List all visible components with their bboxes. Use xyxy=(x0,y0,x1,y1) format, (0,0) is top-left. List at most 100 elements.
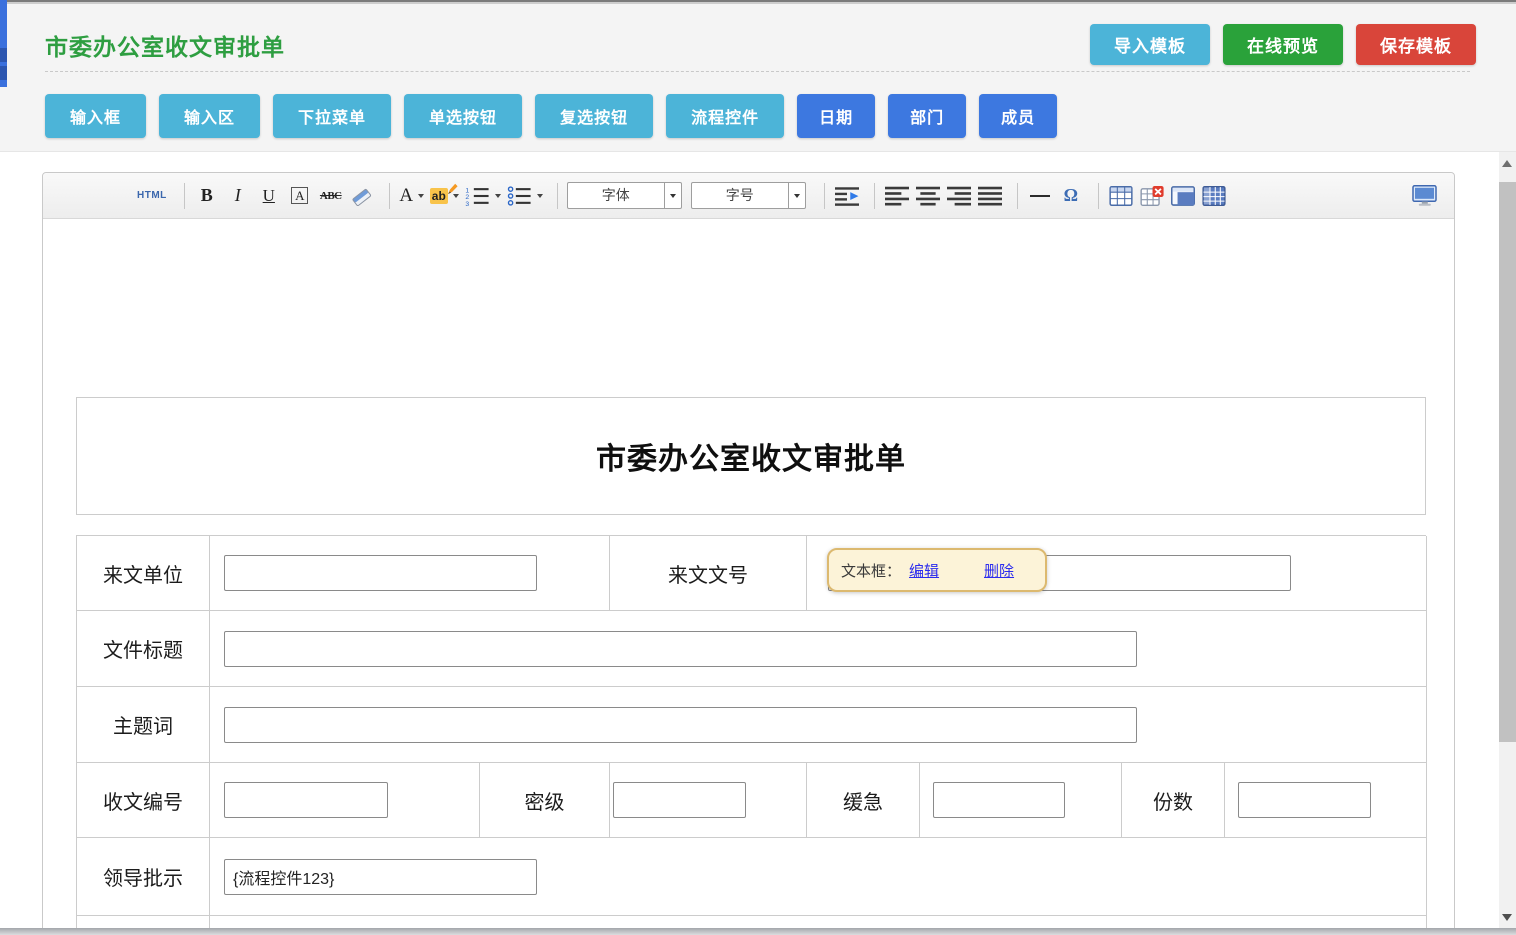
window-bottom-edge xyxy=(0,928,1516,935)
cell-secrecy xyxy=(610,763,807,838)
bold-button[interactable]: B xyxy=(194,181,220,211)
component-flow-control-button[interactable]: 流程控件 xyxy=(666,94,784,138)
label-subject-words: 主题词 xyxy=(77,687,210,763)
font-family-select[interactable]: 字体 xyxy=(567,182,682,209)
incoming-unit-input[interactable] xyxy=(224,555,537,591)
cell-leader-remark xyxy=(210,838,1427,916)
label-copies: 份数 xyxy=(1122,763,1225,838)
delete-table-button[interactable] xyxy=(1139,181,1165,211)
ordered-list-button[interactable]: 1 2 3 xyxy=(464,181,501,211)
ordered-list-icon: 1 2 3 xyxy=(464,186,490,206)
component-date-button[interactable]: 日期 xyxy=(797,94,875,138)
dropdown-caret-icon xyxy=(537,194,543,198)
scroll-down-arrow-icon[interactable] xyxy=(1502,914,1512,921)
special-char-button[interactable]: Ω xyxy=(1058,181,1084,211)
monitor-icon xyxy=(1412,185,1438,207)
toolbar-separator xyxy=(184,183,185,209)
label-leader-remark: 领导批示 xyxy=(77,838,210,916)
horizontal-rule-icon xyxy=(1030,195,1050,197)
delete-field-link[interactable]: 删除 xyxy=(984,560,1014,581)
leader-remark-input[interactable] xyxy=(224,859,537,895)
header-actions: 导入模板 在线预览 保存模板 xyxy=(1090,24,1476,65)
component-input-box-button[interactable]: 输入框 xyxy=(45,94,146,138)
italic-button[interactable]: I xyxy=(225,181,251,211)
align-justify-button[interactable] xyxy=(977,181,1003,211)
boxed-a-icon: A xyxy=(291,187,308,204)
strikethrough-button[interactable]: ABC xyxy=(318,181,344,211)
left-strip-mark xyxy=(0,48,7,62)
header: 市委办公室收文审批单 导入模板 在线预览 保存模板 输入框 输入区 下拉菜单 单… xyxy=(0,0,1516,152)
table-icon xyxy=(1109,186,1133,206)
import-template-button[interactable]: 导入模板 xyxy=(1090,24,1210,65)
left-strip-mark xyxy=(0,66,7,80)
dropdown-caret-icon xyxy=(418,194,424,198)
insert-table-button[interactable] xyxy=(1108,181,1134,211)
component-member-button[interactable]: 成员 xyxy=(979,94,1057,138)
component-textarea-button[interactable]: 输入区 xyxy=(159,94,260,138)
table-properties-button[interactable] xyxy=(1201,181,1227,211)
select-arrow-icon[interactable] xyxy=(788,183,805,208)
dropdown-caret-icon xyxy=(495,194,501,198)
pencil-icon xyxy=(446,183,458,195)
urgency-input[interactable] xyxy=(933,782,1065,818)
component-dropdown-button[interactable]: 下拉菜单 xyxy=(273,94,391,138)
label-doc-title: 文件标题 xyxy=(77,611,210,687)
component-checkbox-button[interactable]: 复选按钮 xyxy=(535,94,653,138)
header-divider xyxy=(45,71,1470,72)
unordered-list-icon xyxy=(506,186,532,206)
align-right-button[interactable] xyxy=(946,181,972,211)
subject-words-input[interactable] xyxy=(224,707,1137,743)
indent-icon xyxy=(835,186,859,206)
online-preview-button[interactable]: 在线预览 xyxy=(1223,24,1343,65)
underline-button[interactable]: U xyxy=(256,181,282,211)
delete-table-icon xyxy=(1140,186,1164,206)
source-code-button[interactable]: HTML xyxy=(137,181,167,211)
window-top-edge xyxy=(0,0,1516,4)
scroll-up-arrow-icon[interactable] xyxy=(1502,160,1512,167)
copies-input[interactable] xyxy=(1238,782,1371,818)
scrollbar-thumb[interactable] xyxy=(1499,182,1516,742)
component-toolbar: 输入框 输入区 下拉菜单 单选按钮 复选按钮 流程控件 日期 部门 成员 xyxy=(45,94,1057,138)
toolbar-separator xyxy=(1017,183,1018,209)
page-title: 市委办公室收文审批单 xyxy=(45,28,285,62)
horizontal-rule-button[interactable] xyxy=(1027,181,1053,211)
inline-style-button[interactable]: A xyxy=(287,181,313,211)
cell-copies xyxy=(1225,763,1427,838)
receipt-no-input[interactable] xyxy=(224,782,388,818)
font-color-button[interactable]: A xyxy=(399,181,425,211)
component-department-button[interactable]: 部门 xyxy=(888,94,966,138)
eraser-button[interactable] xyxy=(349,181,375,211)
edit-field-link[interactable]: 编辑 xyxy=(909,560,939,581)
font-size-value: 字号 xyxy=(692,183,788,208)
svg-text:3: 3 xyxy=(465,201,469,206)
rich-text-editor: HTML B I U A ABC A ab xyxy=(42,172,1455,935)
cell-subject-words xyxy=(210,687,1427,763)
table-grid-icon xyxy=(1202,186,1226,206)
align-left-button[interactable] xyxy=(884,181,910,211)
toolbar-separator xyxy=(874,183,875,209)
vertical-scrollbar[interactable] xyxy=(1499,152,1516,935)
label-incoming-unit: 来文单位 xyxy=(77,536,210,611)
component-radio-button[interactable]: 单选按钮 xyxy=(404,94,522,138)
save-template-button[interactable]: 保存模板 xyxy=(1356,24,1476,65)
left-edge-strip xyxy=(0,0,7,87)
indent-button[interactable] xyxy=(834,181,860,211)
font-size-select[interactable]: 字号 xyxy=(691,182,806,209)
cell-incoming-unit xyxy=(210,536,610,611)
form-title-box: 市委办公室收文审批单 xyxy=(76,397,1426,515)
label-incoming-doc-no: 来文文号 xyxy=(610,536,807,611)
font-family-value: 字体 xyxy=(568,183,664,208)
select-arrow-icon[interactable] xyxy=(664,183,681,208)
doc-title-input[interactable] xyxy=(224,631,1137,667)
secrecy-input[interactable] xyxy=(613,782,746,818)
highlight-color-button[interactable]: ab xyxy=(430,181,459,211)
align-center-button[interactable] xyxy=(915,181,941,211)
form-title: 市委办公室收文审批单 xyxy=(596,434,906,478)
form-table: 来文单位 来文文号 文件标题 主题词 收文编号 xyxy=(76,535,1426,935)
editor-content[interactable]: 市委办公室收文审批单 来文单位 来文文号 文件标题 主题词 xyxy=(43,219,1454,935)
unordered-list-button[interactable] xyxy=(506,181,543,211)
editor-toolbar: HTML B I U A ABC A ab xyxy=(43,173,1454,219)
font-color-icon: A xyxy=(399,185,413,207)
fullscreen-button[interactable] xyxy=(1412,181,1438,211)
table-cell-properties-button[interactable] xyxy=(1170,181,1196,211)
